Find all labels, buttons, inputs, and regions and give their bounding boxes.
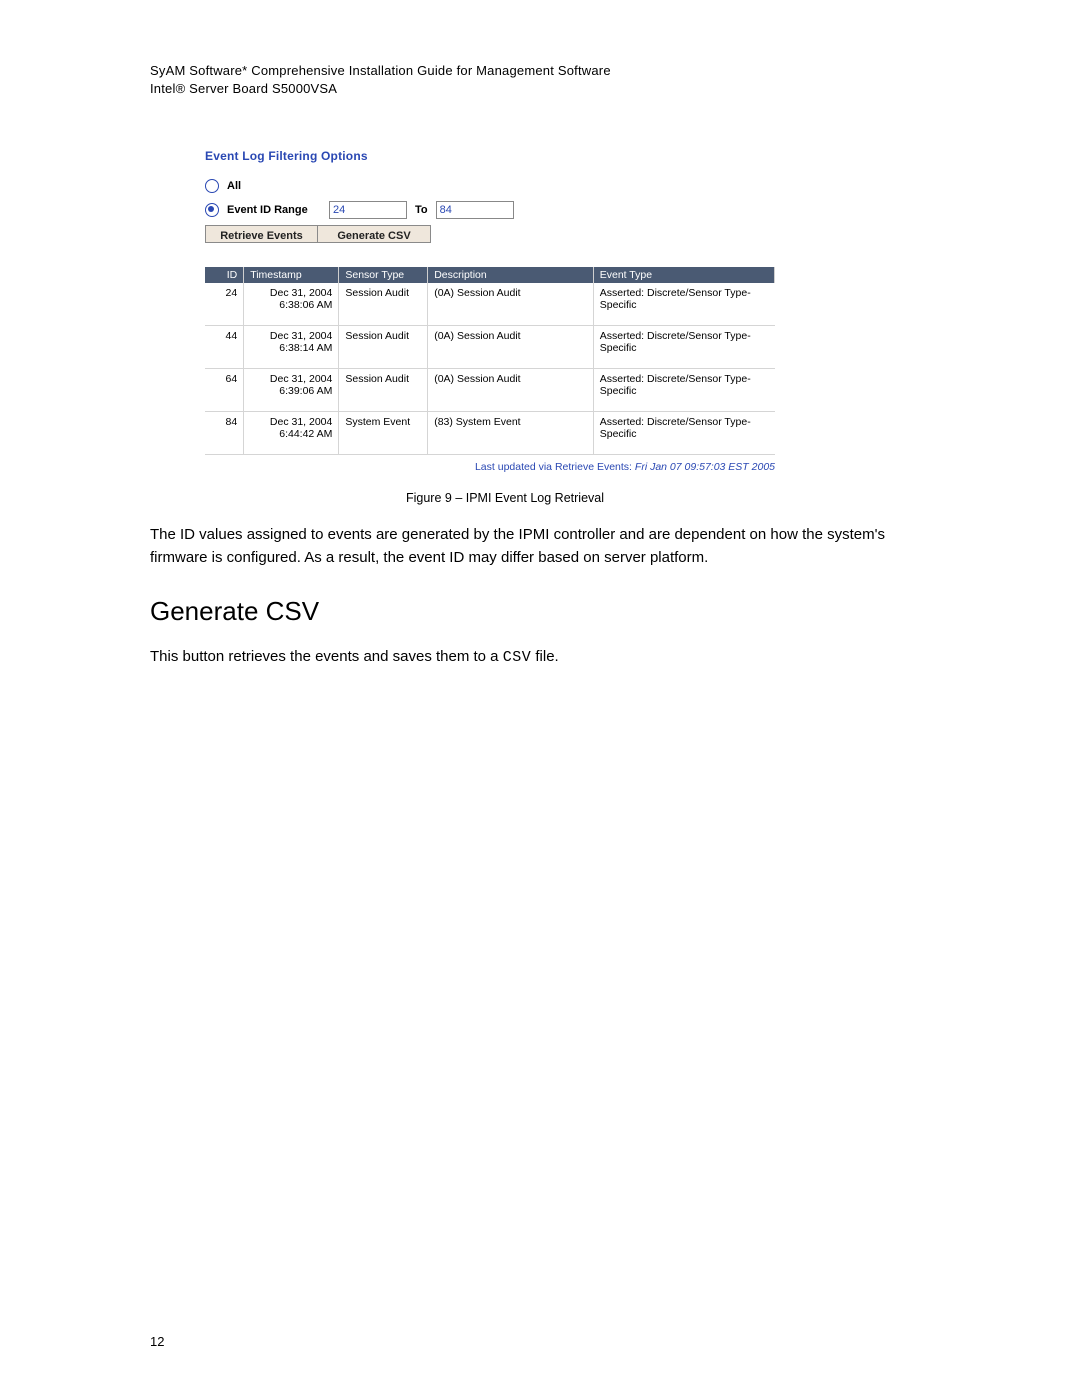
- status-line: Last updated via Retrieve Events: Fri Ja…: [205, 461, 775, 473]
- cell-sensor: Session Audit: [339, 283, 428, 326]
- figure-event-log: Event Log Filtering Options All Event ID…: [205, 149, 785, 505]
- cell-id: 24: [205, 283, 244, 326]
- cell-id: 64: [205, 369, 244, 412]
- cell-desc: (0A) Session Audit: [428, 369, 594, 412]
- cell-etype: Asserted: Discrete/Sensor Type-Specific: [593, 369, 774, 412]
- cell-timestamp: Dec 31, 2004 6:39:06 AM: [244, 369, 339, 412]
- th-sensor-type: Sensor Type: [339, 267, 428, 283]
- th-event-type: Event Type: [593, 267, 774, 283]
- radio-all-label: All: [227, 180, 241, 192]
- status-time: Fri Jan 07 09:57:03 EST 2005: [635, 461, 775, 473]
- generate-csv-button[interactable]: Generate CSV: [318, 225, 431, 243]
- page-number: 12: [150, 1334, 164, 1349]
- cell-timestamp: Dec 31, 2004 6:44:42 AM: [244, 412, 339, 455]
- cell-id: 84: [205, 412, 244, 455]
- button-row: Retrieve Events Generate CSV: [205, 225, 785, 243]
- cell-desc: (0A) Session Audit: [428, 283, 594, 326]
- radio-all-icon[interactable]: [205, 179, 219, 193]
- doc-header-line1: SyAM Software* Comprehensive Installatio…: [150, 62, 930, 80]
- page: SyAM Software* Comprehensive Installatio…: [0, 0, 1080, 1397]
- table-row: 44 Dec 31, 2004 6:38:14 AM Session Audit…: [205, 326, 775, 369]
- cell-etype: Asserted: Discrete/Sensor Type-Specific: [593, 412, 774, 455]
- range-to-label: To: [415, 204, 428, 216]
- event-table: ID Timestamp Sensor Type Description Eve…: [205, 267, 775, 455]
- cell-sensor: Session Audit: [339, 369, 428, 412]
- heading-generate-csv: Generate CSV: [150, 596, 930, 627]
- range-to-input[interactable]: [436, 201, 514, 219]
- table-row: 24 Dec 31, 2004 6:38:06 AM Session Audit…: [205, 283, 775, 326]
- radio-range-icon[interactable]: [205, 203, 219, 217]
- table-header-row: ID Timestamp Sensor Type Description Eve…: [205, 267, 775, 283]
- cell-etype: Asserted: Discrete/Sensor Type-Specific: [593, 326, 774, 369]
- figure-caption: Figure 9 – IPMI Event Log Retrieval: [205, 491, 805, 505]
- cell-sensor: System Event: [339, 412, 428, 455]
- cell-desc: (0A) Session Audit: [428, 326, 594, 369]
- cell-sensor: Session Audit: [339, 326, 428, 369]
- cell-desc: (83) System Event: [428, 412, 594, 455]
- radio-row-all[interactable]: All: [205, 177, 785, 195]
- doc-header-line2: Intel® Server Board S5000VSA: [150, 80, 930, 98]
- cell-etype: Asserted: Discrete/Sensor Type-Specific: [593, 283, 774, 326]
- filter-title: Event Log Filtering Options: [205, 149, 785, 163]
- cell-timestamp: Dec 31, 2004 6:38:14 AM: [244, 326, 339, 369]
- paragraph-2: This button retrieves the events and sav…: [150, 645, 930, 669]
- range-from-input[interactable]: [329, 201, 407, 219]
- status-prefix: Last updated via Retrieve Events:: [475, 461, 635, 473]
- retrieve-events-button[interactable]: Retrieve Events: [205, 225, 318, 243]
- th-description: Description: [428, 267, 594, 283]
- radio-range-label: Event ID Range: [227, 204, 321, 216]
- paragraph-1: The ID values assigned to events are gen…: [150, 523, 930, 570]
- cell-id: 44: [205, 326, 244, 369]
- table-row: 64 Dec 31, 2004 6:39:06 AM Session Audit…: [205, 369, 775, 412]
- radio-row-range[interactable]: Event ID Range To: [205, 201, 785, 219]
- th-timestamp: Timestamp: [244, 267, 339, 283]
- th-id: ID: [205, 267, 244, 283]
- cell-timestamp: Dec 31, 2004 6:38:06 AM: [244, 283, 339, 326]
- table-row: 84 Dec 31, 2004 6:44:42 AM System Event …: [205, 412, 775, 455]
